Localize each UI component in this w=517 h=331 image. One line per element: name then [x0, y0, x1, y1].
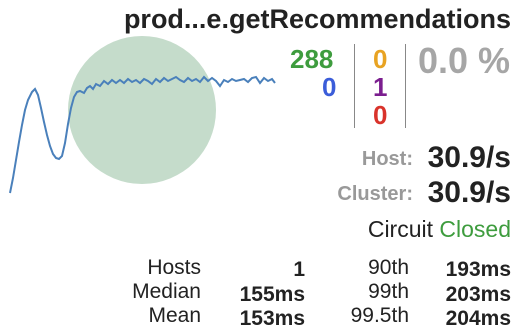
- circuit-status: Circuit Closed: [368, 216, 511, 243]
- median-label: Median: [132, 280, 201, 303]
- host-rate-label: Host:: [361, 148, 413, 170]
- cluster-rate-value: 30.9/s: [427, 176, 511, 209]
- count-divider-left: [354, 44, 355, 128]
- p99-value: 203ms: [445, 283, 511, 306]
- mean-value: 153ms: [239, 307, 305, 330]
- median-value: 155ms: [239, 283, 305, 306]
- error-percentage: 0.0 %: [418, 40, 511, 81]
- success-count: 288: [290, 44, 334, 74]
- p90-label: 90th: [368, 256, 409, 279]
- hosts-value: 1: [293, 258, 305, 281]
- failure-count: 0: [373, 100, 388, 130]
- cluster-rate-label: Cluster:: [337, 183, 413, 205]
- command-title: prod...e.getRecommendations: [123, 4, 511, 34]
- short-circuited-count: 0: [322, 72, 337, 102]
- p99-label: 99th: [368, 280, 409, 303]
- p995-label: 99.5th: [350, 304, 409, 327]
- circuit-label: Circuit: [367, 216, 433, 242]
- hosts-label: Hosts: [147, 256, 201, 279]
- p90-value: 193ms: [445, 258, 511, 281]
- health-circle: [68, 36, 216, 184]
- count-divider-right: [405, 44, 406, 128]
- host-rate-value: 30.9/s: [427, 141, 511, 174]
- circuit-state: Closed: [439, 216, 511, 242]
- timeout-count: 0: [373, 44, 388, 74]
- p995-value: 204ms: [445, 307, 511, 330]
- rejected-count: 1: [373, 72, 388, 102]
- mean-label: Mean: [148, 304, 201, 327]
